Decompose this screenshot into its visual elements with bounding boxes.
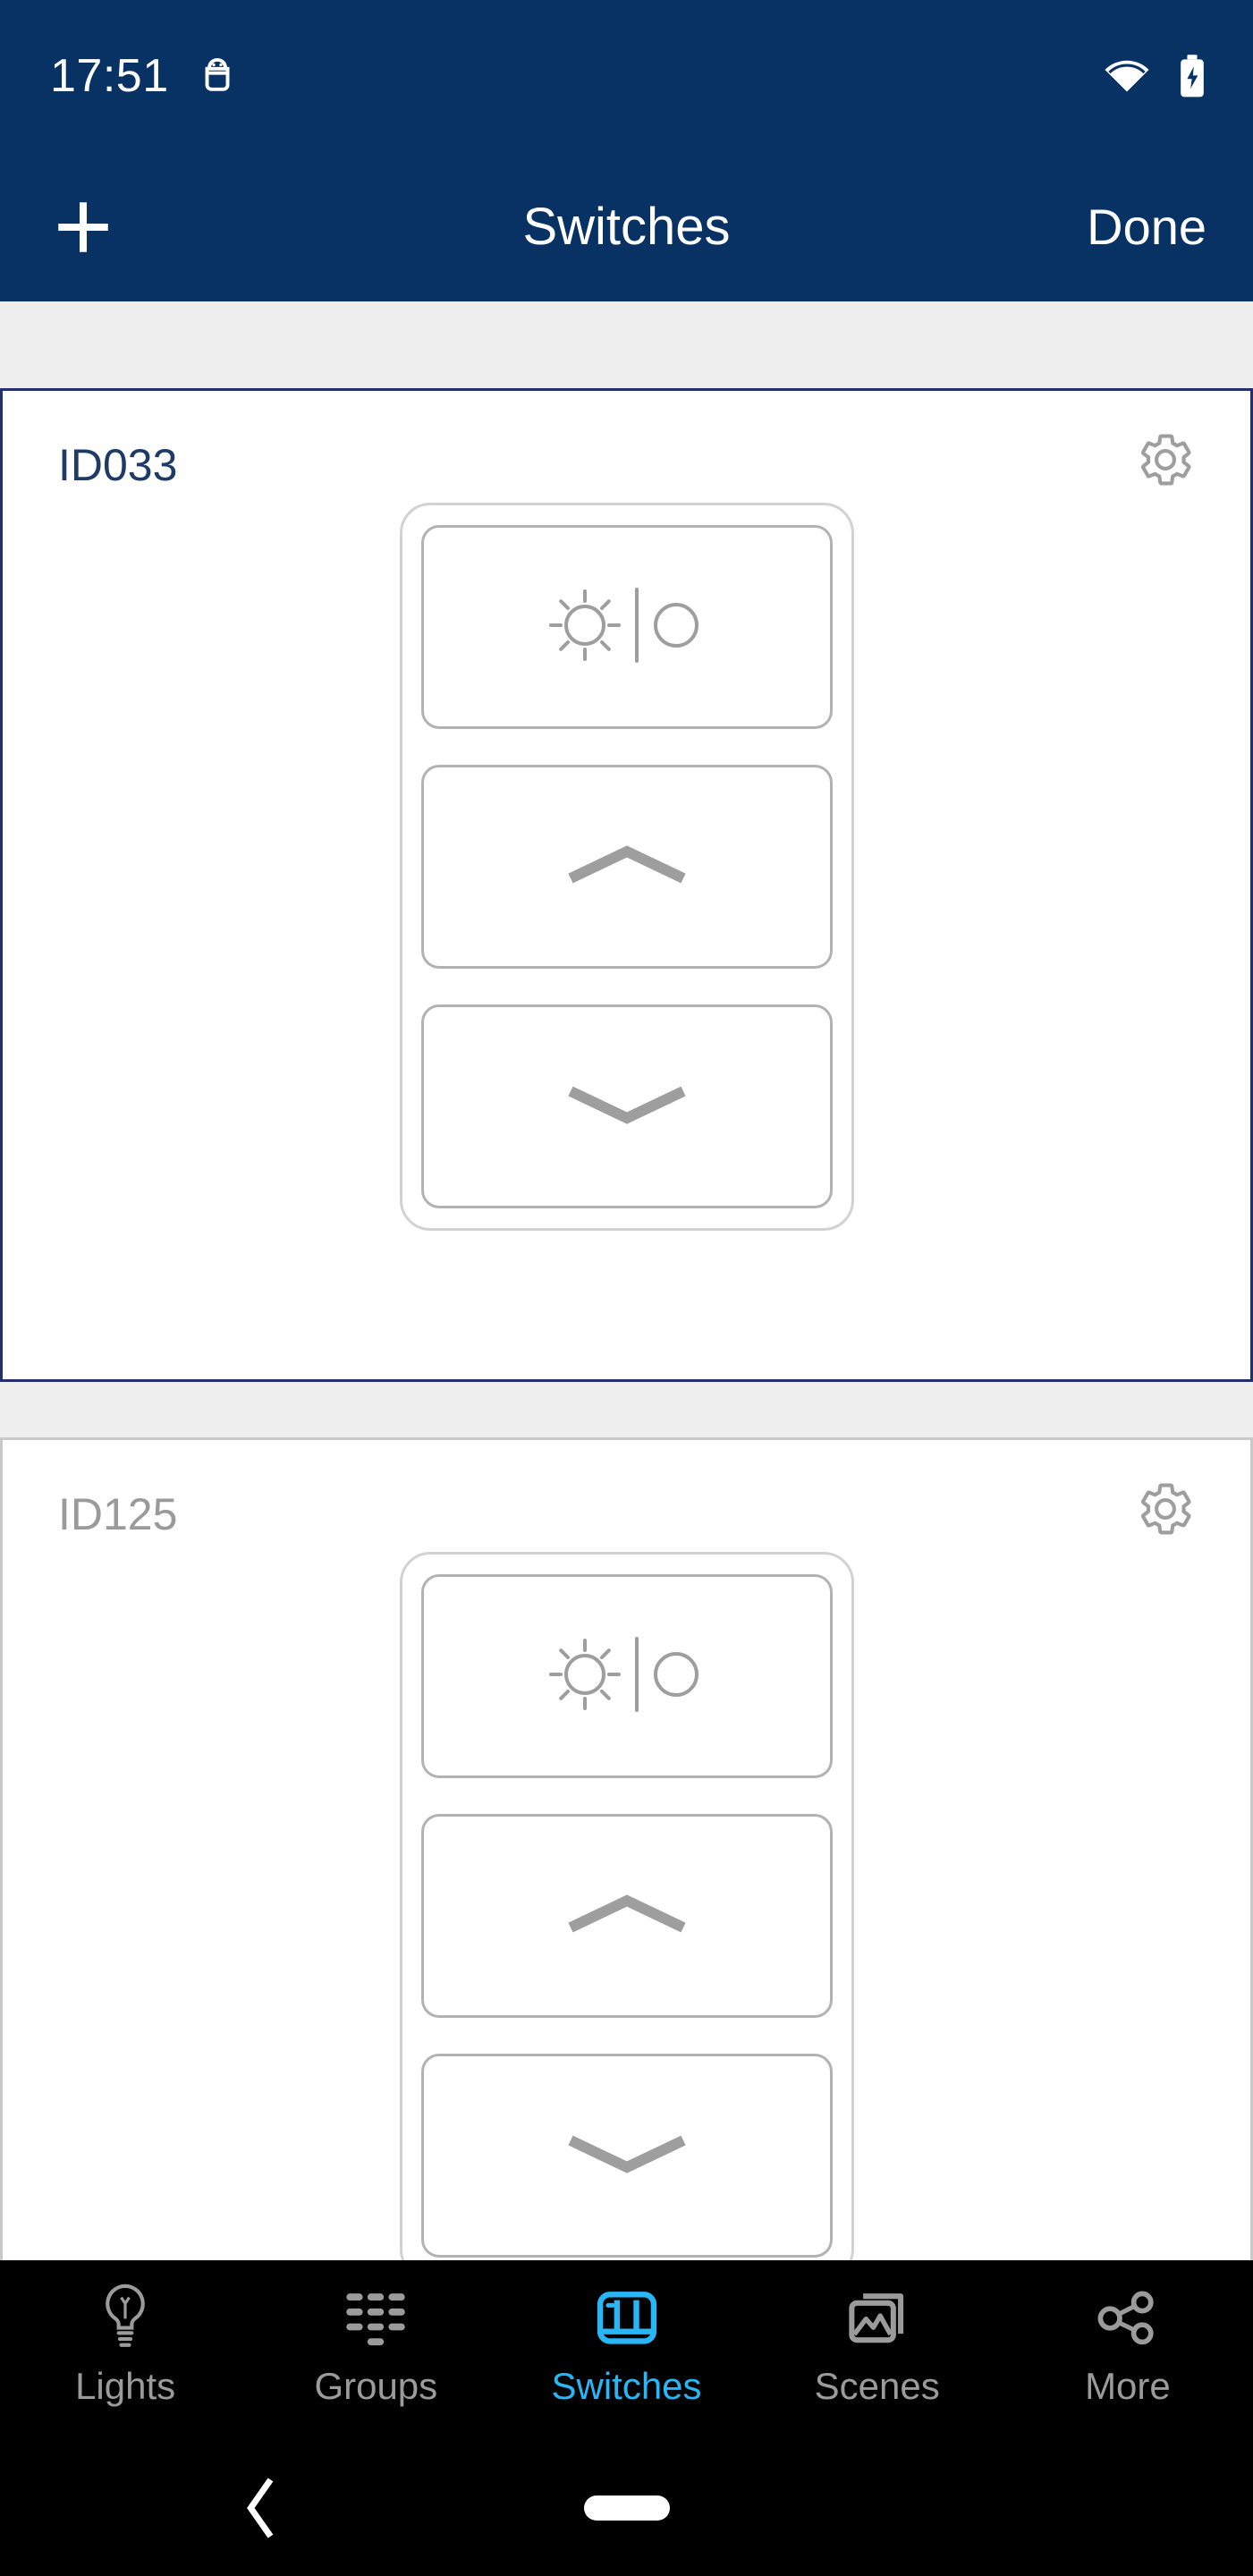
rocker-brightness-power[interactable] bbox=[420, 1574, 833, 1778]
gear-icon[interactable] bbox=[1136, 1479, 1195, 1538]
switch-card-title: ID033 bbox=[58, 440, 178, 490]
tab-label: Scenes bbox=[814, 2365, 940, 2407]
android-nav-bar bbox=[0, 2439, 1253, 2576]
switch-frame bbox=[399, 503, 854, 1231]
page-title: Switches bbox=[522, 197, 731, 256]
switch-device-graphic bbox=[3, 503, 1250, 1231]
grid-dots-icon bbox=[343, 2280, 408, 2357]
brightness-power-icon bbox=[542, 1631, 712, 1722]
tab-label: More bbox=[1085, 2365, 1171, 2407]
status-bar-clock: 17:51 bbox=[50, 50, 169, 102]
switch-card-header: ID125 bbox=[3, 1440, 1250, 1552]
switch-panel-icon bbox=[596, 2280, 658, 2357]
chevron-down-icon bbox=[560, 1078, 694, 1136]
status-bar-right bbox=[1103, 54, 1206, 98]
app-bar: Switches Done bbox=[0, 152, 1253, 301]
switch-card-header: ID033 bbox=[3, 391, 1250, 503]
switch-card-id033[interactable]: ID033 bbox=[0, 388, 1253, 1382]
tab-scenes[interactable]: Scenes bbox=[752, 2260, 1003, 2405]
tab-label: Groups bbox=[314, 2365, 438, 2407]
bottom-tab-bar: Lights Groups Switches Scenes More bbox=[0, 2260, 1253, 2439]
chevron-up-icon bbox=[560, 1887, 694, 1945]
lightbulb-icon bbox=[96, 2280, 155, 2357]
rocker-dim-down[interactable] bbox=[420, 2054, 833, 2258]
status-bar: 17:51 bbox=[0, 0, 1253, 152]
wifi-icon bbox=[1103, 57, 1151, 95]
switch-card-id125[interactable]: ID125 bbox=[0, 1437, 1253, 2260]
switch-card-title: ID125 bbox=[58, 1489, 178, 1539]
android-debug-icon bbox=[199, 55, 235, 97]
tab-lights[interactable]: Lights bbox=[0, 2260, 250, 2405]
chevron-left-icon[interactable] bbox=[241, 2474, 283, 2542]
chevron-down-icon bbox=[560, 2127, 694, 2185]
tab-label: Lights bbox=[75, 2365, 176, 2407]
tab-switches[interactable]: Switches bbox=[501, 2260, 751, 2405]
tab-label: Switches bbox=[551, 2365, 702, 2407]
tab-groups[interactable]: Groups bbox=[250, 2260, 501, 2405]
battery-charging-icon bbox=[1178, 54, 1206, 98]
switch-frame bbox=[399, 1552, 854, 2260]
home-pill-icon[interactable] bbox=[583, 2495, 670, 2521]
chevron-up-icon bbox=[560, 838, 694, 896]
rocker-dim-up[interactable] bbox=[420, 765, 833, 969]
rocker-dim-up[interactable] bbox=[420, 1814, 833, 2018]
phone-screen: 17:51 Switches Done ID033 ID125 Lights G… bbox=[0, 0, 1253, 2576]
share-nodes-icon bbox=[1096, 2280, 1160, 2357]
brightness-power-icon bbox=[542, 582, 712, 673]
rocker-dim-down[interactable] bbox=[420, 1004, 833, 1208]
photos-stack-icon bbox=[846, 2280, 909, 2357]
tab-more[interactable]: More bbox=[1003, 2260, 1253, 2405]
gear-icon[interactable] bbox=[1136, 430, 1195, 489]
rocker-brightness-power[interactable] bbox=[420, 525, 833, 729]
done-button[interactable]: Done bbox=[1087, 201, 1206, 252]
switch-list[interactable]: ID033 ID125 bbox=[0, 301, 1253, 2260]
status-bar-left: 17:51 bbox=[50, 53, 235, 99]
switch-device-graphic bbox=[3, 1552, 1250, 2260]
